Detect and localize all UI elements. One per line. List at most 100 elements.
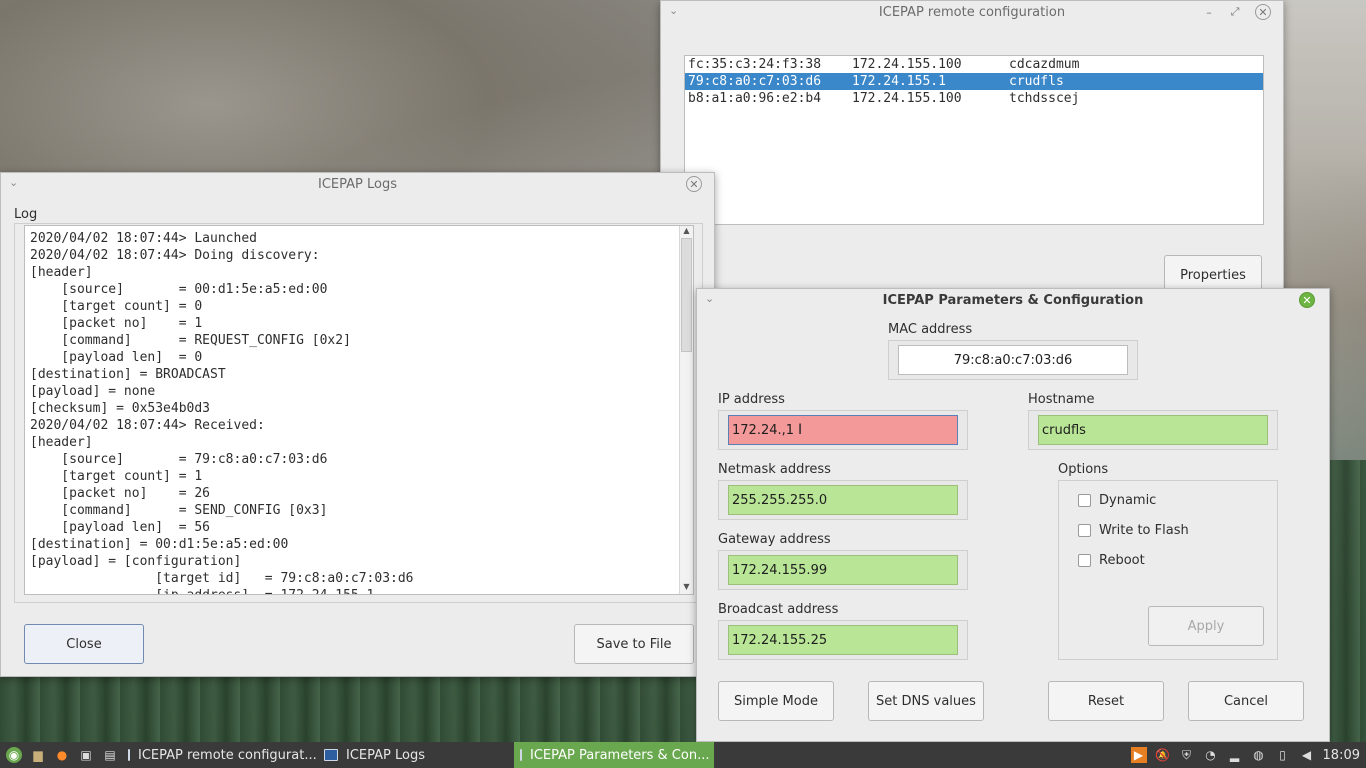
file-manager-icon[interactable]: ▆ <box>30 747 46 763</box>
log-line: [payload len] = 56 <box>30 520 211 535</box>
task-remote-config[interactable]: ICEPAP remote configurat... <box>122 742 318 768</box>
close-button[interactable]: Close <box>24 624 144 664</box>
remote-config-titlebar[interactable]: ⌄ ICEPAP remote configuration – ⤢ ✕ <box>661 1 1283 23</box>
log-scrollbar[interactable]: ▲ ▼ <box>679 226 693 594</box>
close-icon[interactable]: ✕ <box>686 176 702 192</box>
log-line: [payload] = [configuration] <box>30 554 242 569</box>
scrollbar-thumb[interactable] <box>681 238 692 352</box>
device-host-cell: cdcazdmum <box>1009 57 1080 72</box>
task-label: ICEPAP Logs <box>346 747 425 763</box>
broadcast-field[interactable]: 172.24.155.25 <box>728 625 958 655</box>
firefox-icon[interactable]: ● <box>54 747 70 763</box>
task-label: ICEPAP Parameters & Con... <box>530 747 710 763</box>
text-cursor-icon: I <box>798 422 803 438</box>
log-line: [destination] = BROADCAST <box>30 367 226 382</box>
log-line: [payload] = none <box>30 384 156 399</box>
media-player-icon[interactable]: ▶ <box>1130 747 1147 763</box>
log-line: [packet no] = 1 <box>30 316 203 331</box>
mac-address-field[interactable]: 79:c8:a0:c7:03:d6 <box>898 345 1128 375</box>
mac-address-label: MAC address <box>888 322 973 337</box>
dynamic-checkbox[interactable]: Dynamic <box>1078 493 1156 508</box>
task-label: ICEPAP remote configurat... <box>138 747 317 763</box>
window-title: ICEPAP remote configuration <box>878 4 1066 20</box>
device-host-cell: tchdsscej <box>1009 91 1080 106</box>
terminal-icon[interactable]: ▣ <box>78 747 94 763</box>
device-ip-cell: 172.24.155.100 <box>852 57 962 72</box>
minimize-icon[interactable]: – <box>1201 4 1217 20</box>
device-list[interactable]: fc:35:c3:24:f3:38 172.24.155.100 cdcazdmum… <box>684 55 1264 225</box>
params-titlebar[interactable]: ⌄ ICEPAP Parameters & Configuration ✕ <box>697 289 1329 311</box>
reset-button[interactable]: Reset <box>1048 681 1164 721</box>
window-icon <box>128 749 130 761</box>
checkbox-box[interactable] <box>1078 524 1091 537</box>
ip-address-field[interactable]: 172.24.,1 I <box>728 415 958 445</box>
simple-mode-button[interactable]: Simple Mode <box>718 681 834 721</box>
notifications-muted-icon[interactable]: 🔕 <box>1155 747 1171 763</box>
device-ip-cell: 172.24.155.1 <box>852 74 946 89</box>
log-line: [command] = REQUEST_CONFIG [0x2] <box>30 333 351 348</box>
device-mac-cell: 79:c8:a0:c7:03:d6 <box>688 74 822 89</box>
taskbar: ◉ ▆ ● ▣ ▤ ICEPAP remote configurat... IC… <box>0 742 1366 768</box>
close-icon[interactable]: ✕ <box>1299 292 1315 308</box>
ip-address-value: 172.24.,1 <box>732 422 795 438</box>
network-icon[interactable]: ▂ <box>1227 747 1243 763</box>
device-mac-cell: b8:a1:a0:96:e2:b4 <box>688 91 822 106</box>
log-line: [destination] = 00:d1:5e:a5:ed:00 <box>30 537 289 552</box>
window-icon <box>324 749 338 761</box>
params-window: ⌄ ICEPAP Parameters & Configuration ✕ MA… <box>696 288 1330 742</box>
window-icon <box>520 749 522 761</box>
broadcast-label: Broadcast address <box>718 602 839 617</box>
device-row[interactable]: fc:35:c3:24:f3:38 172.24.155.100 cdcazdmum <box>685 56 1263 73</box>
battery-icon[interactable]: ▯ <box>1275 747 1291 763</box>
cancel-button[interactable]: Cancel <box>1188 681 1304 721</box>
log-line: [source] = 00:d1:5e:a5:ed:00 <box>30 282 328 297</box>
shield-icon[interactable]: ⛨ <box>1179 747 1195 763</box>
scroll-down-icon[interactable]: ▼ <box>680 582 693 594</box>
log-line: 2020/04/02 18:07:44> Launched <box>30 231 257 246</box>
reboot-checkbox[interactable]: Reboot <box>1078 553 1145 568</box>
set-dns-values-button[interactable]: Set DNS values <box>868 681 984 721</box>
checkbox-box[interactable] <box>1078 554 1091 567</box>
log-text-area[interactable]: 2020/04/02 18:07:44> Launched 2020/04/02 … <box>24 225 694 595</box>
dynamic-label: Dynamic <box>1099 493 1157 508</box>
hostname-field[interactable]: crudfls <box>1038 415 1268 445</box>
gateway-label: Gateway address <box>718 532 831 547</box>
scroll-up-icon[interactable]: ▲ <box>680 226 693 238</box>
update-icon[interactable]: ◔ <box>1203 747 1219 763</box>
close-icon[interactable]: ✕ <box>1255 4 1271 20</box>
write-to-flash-checkbox[interactable]: Write to Flash <box>1078 523 1189 538</box>
maximize-icon[interactable]: ⤢ <box>1227 4 1243 20</box>
device-mac-cell: fc:35:c3:24:f3:38 <box>688 57 822 72</box>
task-logs[interactable]: ICEPAP Logs <box>318 742 514 768</box>
write-to-flash-label: Write to Flash <box>1099 523 1189 538</box>
device-row[interactable]: 79:c8:a0:c7:03:d6 172.24.155.1 crudfls <box>685 73 1263 90</box>
device-row[interactable]: b8:a1:a0:96:e2:b4 172.24.155.100 tchdsscej <box>685 90 1263 107</box>
log-line: [ip address] = 172.24.155.1 <box>30 587 414 594</box>
log-line: [target count] = 1 <box>30 469 203 484</box>
save-to-file-button[interactable]: Save to File <box>574 624 694 664</box>
log-line: [packet no] = 26 <box>30 486 211 501</box>
gateway-field[interactable]: 172.24.155.99 <box>728 555 958 585</box>
netmask-label: Netmask address <box>718 462 831 477</box>
logs-titlebar[interactable]: ⌄ ICEPAP Logs ✕ <box>1 173 714 195</box>
netmask-field[interactable]: 255.255.255.0 <box>728 485 958 515</box>
chat-icon[interactable]: ◍ <box>1251 747 1267 763</box>
menu-icon[interactable]: ◉ <box>6 747 22 763</box>
window-menu-icon[interactable]: ⌄ <box>9 176 18 189</box>
text-editor-icon[interactable]: ▤ <box>102 747 118 763</box>
logs-window: ⌄ ICEPAP Logs ✕ Log 2020/04/02 18:07:44>… <box>0 172 715 677</box>
log-line: [target id] = 79:c8:a0:c7:03:d6 <box>30 571 414 586</box>
task-params[interactable]: ICEPAP Parameters & Con... <box>514 742 714 768</box>
device-ip-cell: 172.24.155.100 <box>852 91 962 106</box>
log-line: 2020/04/02 18:07:44> Received: <box>30 418 265 433</box>
apply-button[interactable]: Apply <box>1148 606 1264 646</box>
log-line: 2020/04/02 18:07:44> Doing discovery: <box>30 248 320 263</box>
log-line: [checksum] = 0x53e4b0d3 <box>30 401 211 416</box>
clock[interactable]: 18:09 <box>1323 748 1360 763</box>
window-menu-icon[interactable]: ⌄ <box>669 4 678 17</box>
window-menu-icon[interactable]: ⌄ <box>705 292 714 305</box>
volume-icon[interactable]: ◀ <box>1299 747 1315 763</box>
device-host-cell: crudfls <box>1009 74 1064 89</box>
ip-address-label: IP address <box>718 392 785 407</box>
checkbox-box[interactable] <box>1078 494 1091 507</box>
